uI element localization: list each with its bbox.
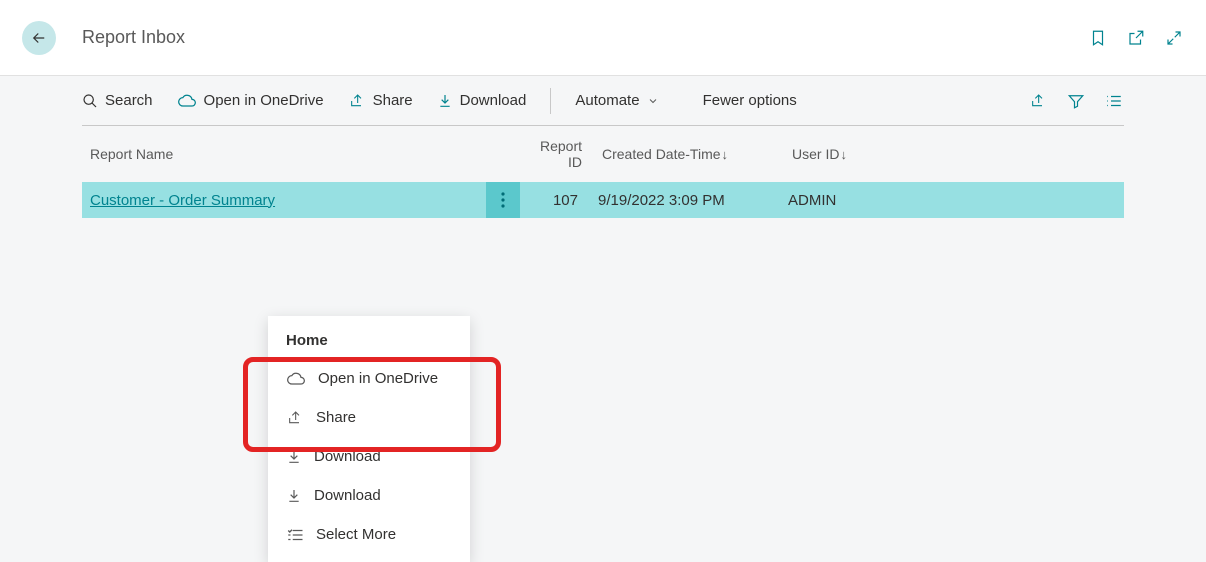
- menu-item-label: Select More: [316, 526, 396, 543]
- expand-button[interactable]: [1164, 28, 1184, 48]
- col-report-id[interactable]: Report ID: [524, 138, 602, 170]
- share-label: Share: [373, 92, 413, 109]
- list-check-icon: [286, 528, 304, 542]
- share-icon: [348, 93, 366, 109]
- popout-icon: [1127, 29, 1145, 47]
- download-button[interactable]: Download: [437, 92, 527, 109]
- share-button[interactable]: Share: [348, 92, 413, 109]
- sort-down-icon: ↓: [722, 147, 729, 162]
- automate-button[interactable]: Automate: [575, 92, 658, 109]
- share-icon: [286, 410, 304, 426]
- expand-icon: [1165, 29, 1183, 47]
- open-onedrive-button[interactable]: Open in OneDrive: [177, 92, 324, 109]
- popout-button[interactable]: [1126, 28, 1146, 48]
- created-cell: 9/19/2022 3:09 PM: [598, 192, 788, 209]
- bookmark-button[interactable]: [1088, 28, 1108, 48]
- menu-share[interactable]: Share: [268, 398, 470, 437]
- row-more-button[interactable]: [486, 182, 520, 218]
- filter-button[interactable]: [1066, 91, 1086, 111]
- back-button[interactable]: [22, 21, 56, 55]
- more-vertical-icon: [501, 192, 505, 208]
- menu-item-label: Download: [314, 487, 381, 504]
- table-row[interactable]: Customer - Order Summary 107 9/19/2022 3…: [82, 182, 1124, 218]
- bookmark-icon: [1089, 28, 1107, 48]
- col-report-name[interactable]: Report Name: [86, 146, 524, 162]
- filter-icon: [1067, 92, 1085, 110]
- download-icon: [286, 449, 302, 465]
- share-page-button[interactable]: [1028, 91, 1048, 111]
- context-menu: Home Open in OneDrive Share Download Dow…: [268, 316, 470, 562]
- list-view-button[interactable]: [1104, 91, 1124, 111]
- fewer-options-button[interactable]: Fewer options: [703, 92, 797, 109]
- toolbar-divider: [550, 88, 551, 114]
- menu-open-onedrive[interactable]: Open in OneDrive: [268, 359, 470, 398]
- search-button[interactable]: Search: [82, 92, 153, 109]
- menu-item-label: Download: [314, 448, 381, 465]
- arrow-left-icon: [30, 29, 48, 47]
- cloud-icon: [286, 372, 306, 386]
- list-icon: [1105, 92, 1123, 110]
- page-title: Report Inbox: [82, 27, 1088, 48]
- fewer-options-label: Fewer options: [703, 92, 797, 109]
- chevron-down-icon: [647, 95, 659, 107]
- report-id-cell: 107: [520, 192, 598, 209]
- cloud-icon: [177, 94, 197, 108]
- header-actions: [1088, 28, 1184, 48]
- automate-label: Automate: [575, 92, 639, 109]
- menu-download-2[interactable]: Download: [268, 476, 470, 515]
- user-cell: ADMIN: [788, 192, 928, 209]
- menu-download-1[interactable]: Download: [268, 437, 470, 476]
- download-label: Download: [460, 92, 527, 109]
- toolbar: Search Open in OneDrive Share Download A…: [82, 76, 1124, 126]
- share-page-icon: [1029, 93, 1047, 109]
- menu-title: Home: [268, 324, 470, 359]
- col-created[interactable]: Created Date-Time↓: [602, 146, 792, 162]
- col-user-id[interactable]: User ID↓: [792, 146, 932, 162]
- search-label: Search: [105, 92, 153, 109]
- search-icon: [82, 93, 98, 109]
- sort-down-icon: ↓: [840, 147, 847, 162]
- download-icon: [437, 93, 453, 109]
- menu-item-label: Open in OneDrive: [318, 370, 438, 387]
- page-header: Report Inbox: [0, 0, 1206, 76]
- open-onedrive-label: Open in OneDrive: [204, 92, 324, 109]
- table-header: Report Name Report ID Created Date-Time↓…: [82, 126, 1124, 182]
- menu-select-more[interactable]: Select More: [268, 515, 470, 554]
- report-name-link[interactable]: Customer - Order Summary: [90, 192, 275, 209]
- download-icon: [286, 488, 302, 504]
- menu-item-label: Share: [316, 409, 356, 426]
